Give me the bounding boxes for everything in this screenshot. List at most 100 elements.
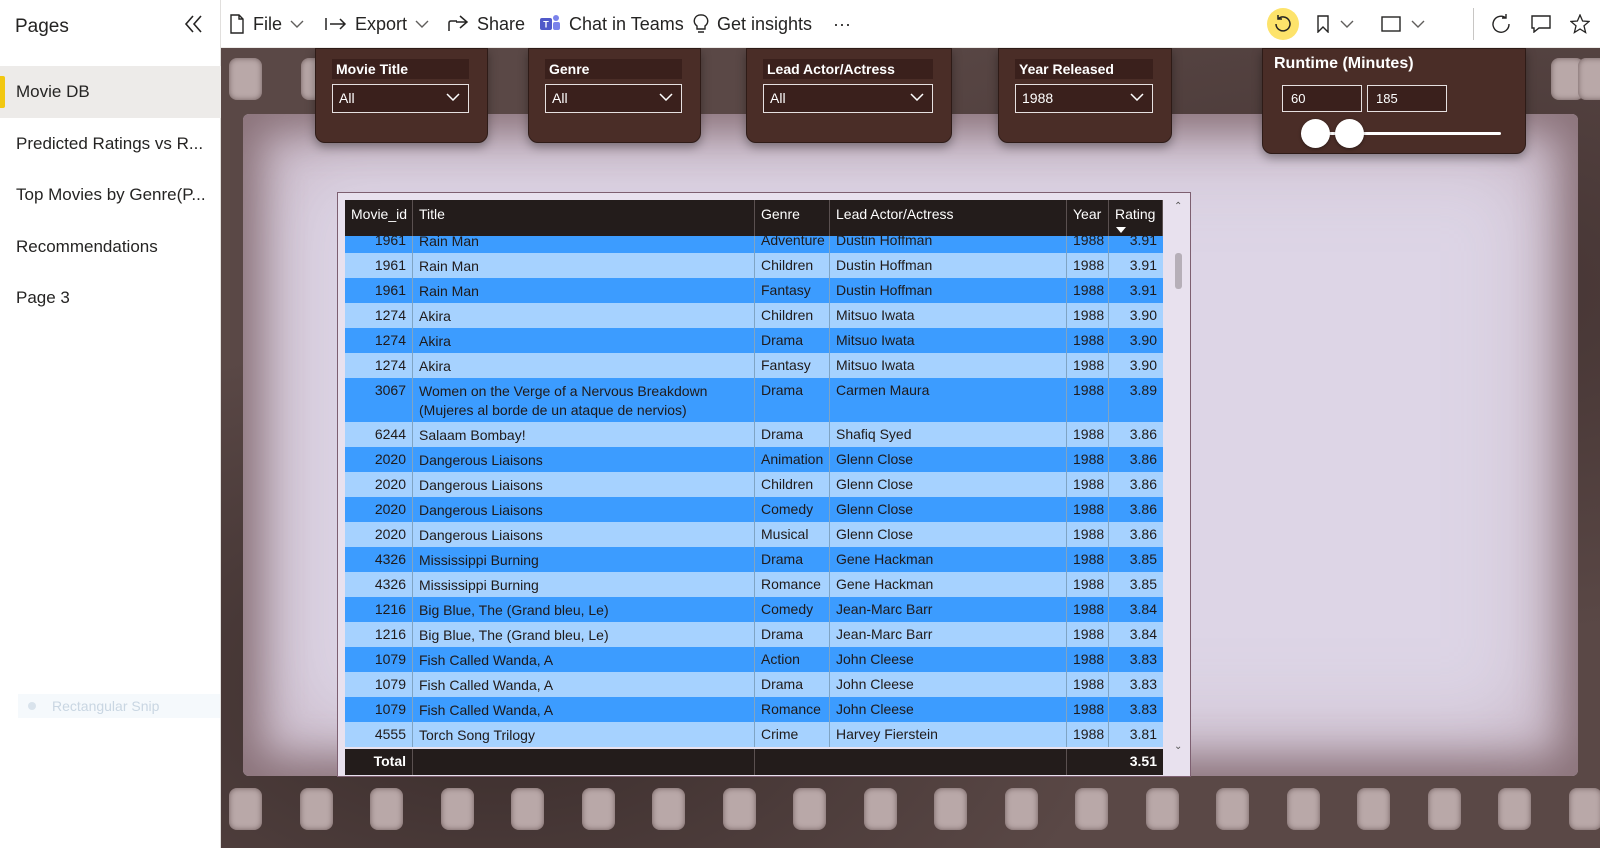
more-options-button[interactable]: ··· xyxy=(833,0,851,48)
bookmarks-menu[interactable] xyxy=(1313,8,1357,40)
table-row[interactable]: 2020 Dangerous Liaisons Animation Glenn Clo… xyxy=(345,447,1163,472)
cell-genre: Children xyxy=(755,472,830,497)
scroll-down-icon[interactable]: ⌄ xyxy=(1174,741,1182,752)
cell-lead-actor: Harvey Fierstein xyxy=(830,722,1067,747)
chat-in-teams-button[interactable]: T Chat in Teams xyxy=(539,0,684,48)
table-row[interactable]: 6244 Salaam Bombay! Drama Shafiq Syed 1988 3.… xyxy=(345,422,1163,447)
runtime-slider-track[interactable] xyxy=(1301,132,1501,135)
share-button[interactable]: Share xyxy=(447,0,525,48)
table-row[interactable]: 1274 Akira Fantasy Mitsuo Iwata 1988 3.90 xyxy=(345,353,1163,378)
cell-title: Dangerous Liaisons xyxy=(413,472,755,497)
table-row[interactable]: 1274 Akira Drama Mitsuo Iwata 1988 3.90 xyxy=(345,328,1163,353)
page-item-recommendations[interactable]: Recommendations xyxy=(0,221,221,273)
year-released-dropdown[interactable]: 1988 xyxy=(1015,84,1153,113)
film-sprocket xyxy=(1357,788,1390,830)
cell-movie-id: 1274 xyxy=(345,328,413,353)
cell-rating: 3.85 xyxy=(1129,576,1157,592)
cell-title: Dangerous Liaisons xyxy=(413,497,755,522)
table-row[interactable]: 1274 Akira Children Mitsuo Iwata 1988 3.90 xyxy=(345,303,1163,328)
page-item-top-movies-by-genre[interactable]: Top Movies by Genre(P... xyxy=(0,169,221,221)
genre-dropdown[interactable]: All xyxy=(545,84,682,113)
page-item-page-3[interactable]: Page 3 xyxy=(0,272,221,324)
column-header-lead-actor[interactable]: Lead Actor/Actress xyxy=(830,200,1067,236)
lightbulb-icon xyxy=(693,14,709,33)
favorite-button[interactable] xyxy=(1564,8,1596,40)
lead-actor-dropdown[interactable]: All xyxy=(763,84,933,113)
table-row[interactable]: 1079 Fish Called Wanda, A Drama John Cleese… xyxy=(345,672,1163,697)
runtime-slider-min-handle[interactable] xyxy=(1301,119,1330,148)
cell-movie-id: 1216 xyxy=(345,622,413,647)
cell-lead-actor: Dustin Hoffman xyxy=(830,253,1067,278)
scroll-up-icon[interactable]: ⌃ xyxy=(1174,201,1182,212)
column-header-year[interactable]: Year xyxy=(1067,200,1109,236)
film-sprocket xyxy=(229,788,262,830)
reset-to-default-button[interactable] xyxy=(1267,8,1299,40)
pages-title: Pages xyxy=(15,16,69,37)
cell-year: 1988 xyxy=(1067,547,1109,572)
cell-rating: 3.91 xyxy=(1129,236,1157,248)
cell-genre: Crime xyxy=(755,722,830,747)
cell-genre: Action xyxy=(755,647,830,672)
cell-title: Akira xyxy=(413,303,755,328)
export-menu[interactable]: Export xyxy=(325,0,429,48)
table-row[interactable]: 1216 Big Blue, The (Grand bleu, Le) Drama J… xyxy=(345,622,1163,647)
cell-lead-actor: John Cleese xyxy=(830,697,1067,722)
cell-lead-actor: Shafiq Syed xyxy=(830,422,1067,447)
table-row[interactable]: 1961 Rain Man Fantasy Dustin Hoffman 1988 3.9… xyxy=(345,278,1163,303)
file-icon xyxy=(230,14,244,34)
cell-lead-actor: Carmen Maura xyxy=(830,378,1067,422)
collapse-pane-button[interactable] xyxy=(180,10,208,38)
column-header-movie-id[interactable]: Movie_id xyxy=(345,200,413,236)
cell-genre: Drama xyxy=(755,328,830,353)
table-row[interactable]: 1079 Fish Called Wanda, A Romance John Clee… xyxy=(345,697,1163,722)
column-header-genre[interactable]: Genre xyxy=(755,200,830,236)
lead-actor-slicer-title: Lead Actor/Actress xyxy=(763,59,933,79)
table-header-row: Movie_id Title Genre Lead Actor/Actress … xyxy=(345,200,1163,236)
get-insights-button[interactable]: Get insights xyxy=(693,0,812,48)
movie-title-dropdown[interactable]: All xyxy=(332,84,469,113)
cell-lead-actor: Dustin Hoffman xyxy=(830,278,1067,303)
cell-movie-id: 2020 xyxy=(345,497,413,522)
report-toolbar: File Export Share T Chat in Teams Get in… xyxy=(221,0,1600,48)
refresh-button[interactable] xyxy=(1485,8,1517,40)
cell-title: Women on the Verge of a Nervous Breakdow… xyxy=(413,378,755,422)
cell-title: Mississippi Burning xyxy=(413,572,755,597)
table-row[interactable]: 4555 Torch Song Trilogy Crime Harvey Fierst… xyxy=(345,722,1163,747)
table-row[interactable]: 4326 Mississippi Burning Drama Gene Hackman… xyxy=(345,547,1163,572)
file-menu[interactable]: File xyxy=(229,0,304,48)
table-scrollbar[interactable]: ⌃ ⌄ xyxy=(1174,201,1184,761)
table-row[interactable]: 1216 Big Blue, The (Grand bleu, Le) Comedy… xyxy=(345,597,1163,622)
film-sprocket xyxy=(370,788,403,830)
chevron-down-icon xyxy=(910,93,924,101)
table-row[interactable]: 4326 Mississippi Burning Romance Gene Hackm… xyxy=(345,572,1163,597)
cell-genre: Children xyxy=(755,303,830,328)
cell-lead-actor: Dustin Hoffman xyxy=(830,236,1067,253)
runtime-min-input[interactable]: 60 xyxy=(1282,85,1362,112)
cell-genre: Romance xyxy=(755,697,830,722)
table-row[interactable]: 1961 Rain Man Children Dustin Hoffman 1988 3.… xyxy=(345,253,1163,278)
table-row[interactable]: 1079 Fish Called Wanda, A Action John Clees… xyxy=(345,647,1163,672)
column-header-title[interactable]: Title xyxy=(413,200,755,236)
page-item-predicted-ratings[interactable]: Predicted Ratings vs R... xyxy=(0,118,221,170)
report-canvas: Movie Title All Genre All Lead Actor/Act… xyxy=(221,48,1600,848)
cell-rating: 3.84 xyxy=(1129,626,1157,642)
table-row[interactable]: 2020 Dangerous Liaisons Musical Glenn Close… xyxy=(345,522,1163,547)
view-window-icon xyxy=(1381,16,1401,32)
comments-button[interactable] xyxy=(1525,8,1557,40)
cell-lead-actor: Glenn Close xyxy=(830,447,1067,472)
cell-lead-actor: John Cleese xyxy=(830,672,1067,697)
view-menu[interactable] xyxy=(1379,8,1427,40)
runtime-max-input[interactable]: 185 xyxy=(1367,85,1447,112)
scrollbar-thumb[interactable] xyxy=(1175,253,1182,289)
total-label: Total xyxy=(345,749,413,775)
runtime-slider-max-handle[interactable] xyxy=(1335,119,1364,148)
table-row[interactable]: 2020 Dangerous Liaisons Comedy Glenn Close 1… xyxy=(345,497,1163,522)
table-row[interactable]: 2020 Dangerous Liaisons Children Glenn Clos… xyxy=(345,472,1163,497)
cell-title: Fish Called Wanda, A xyxy=(413,697,755,722)
page-item-movie-db[interactable]: Movie DB xyxy=(0,66,221,118)
cell-title: Torch Song Trilogy xyxy=(413,722,755,747)
table-row[interactable]: 1961 Rain Man Adventure Dustin Hoffman 1988 3… xyxy=(345,236,1163,253)
cell-year: 1988 xyxy=(1067,697,1109,722)
table-row[interactable]: 3067 Women on the Verge of a Nervous Brea… xyxy=(345,378,1163,422)
genre-slicer: Genre All xyxy=(528,48,701,143)
